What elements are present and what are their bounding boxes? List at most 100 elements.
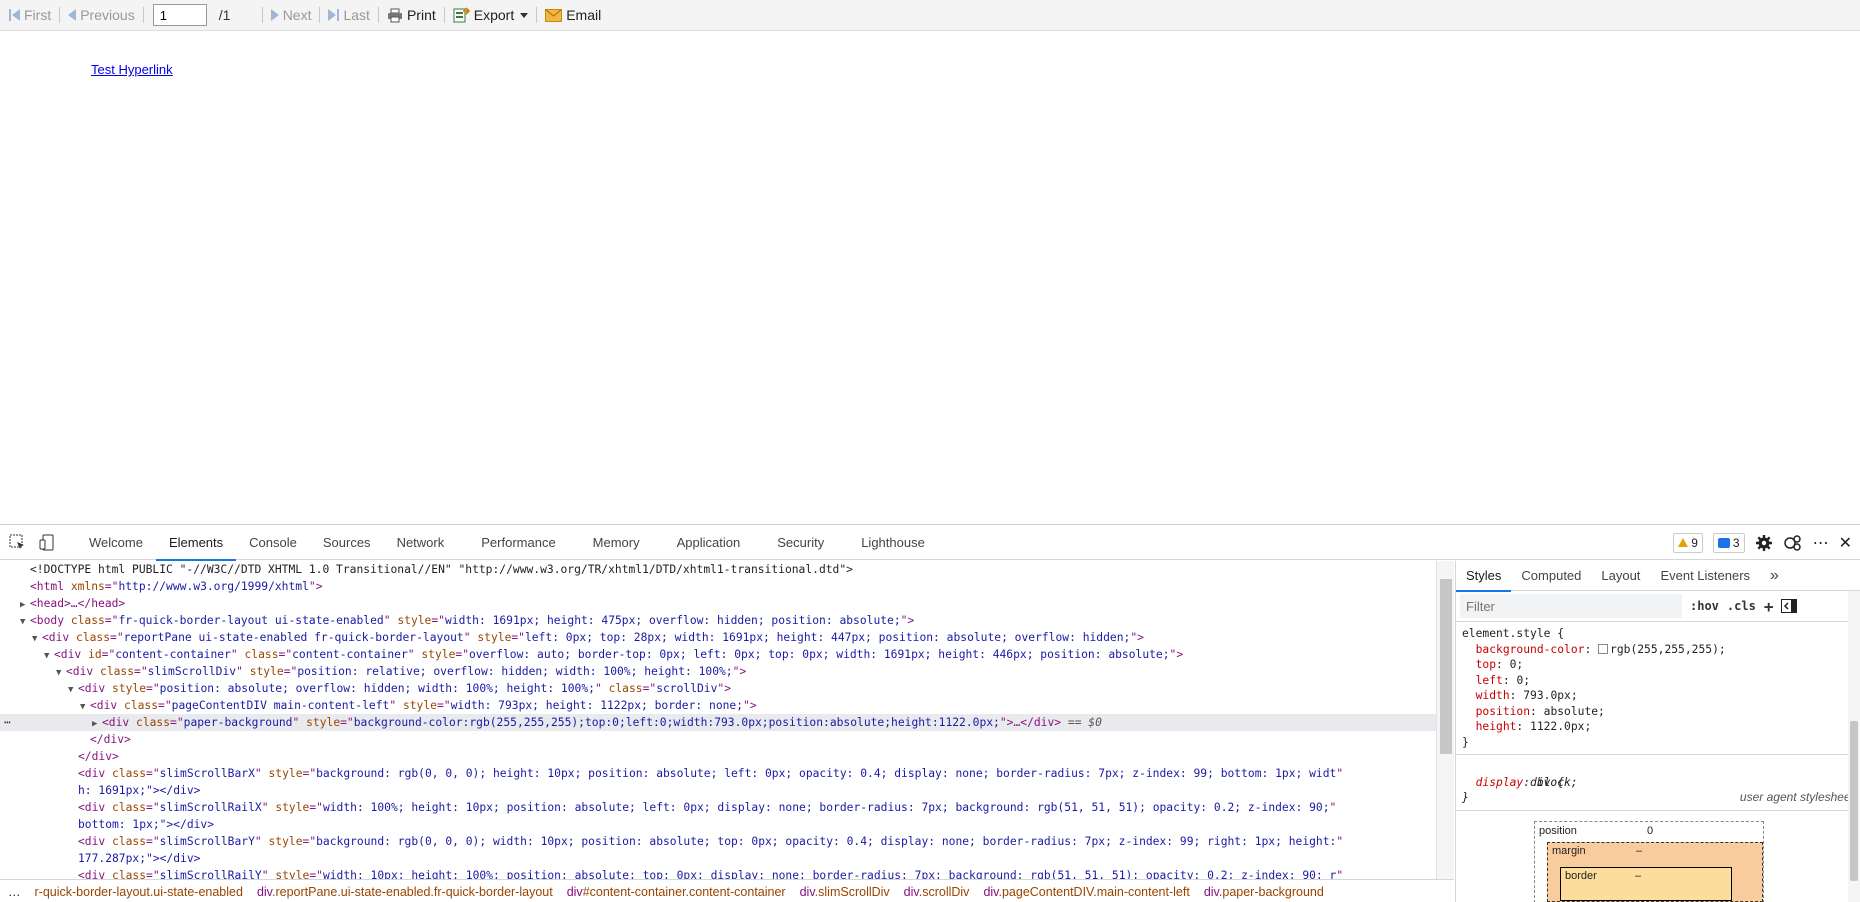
breadcrumb-item[interactable]: div.slimScrollDiv [800,885,890,899]
customize-icon[interactable] [1783,534,1803,552]
styles-pane: Styles Computed Layout Event Listeners »… [1455,561,1860,902]
attr-eq: =" [309,869,323,879]
elements-scrollbar[interactable] [1436,561,1454,879]
tab-event-listeners[interactable]: Event Listeners [1650,561,1760,591]
node-row[interactable]: <div class="slimScrollBarY" style="backg… [0,833,1436,850]
node-row[interactable]: <div class="slimScrollRailX" style="widt… [0,799,1436,816]
styles-scrollbar[interactable] [1848,591,1860,902]
inspect-element-button[interactable] [2,527,32,557]
elements-scrollbar-thumb[interactable] [1440,579,1452,754]
node-row[interactable]: ▼ <div class="pageContentDIV main-content… [0,697,1436,714]
attr-name: class [608,682,643,695]
breadcrumb-overflow[interactable]: … [8,885,21,899]
style-property[interactable]: background-color: rgb(255,255,255); [1462,642,1854,658]
print-button[interactable]: Print [382,3,441,27]
attr-quote: " [230,648,238,661]
tab-elements[interactable]: Elements [155,525,237,561]
attr-name: style [275,869,310,879]
tab-performance[interactable]: Performance [468,525,579,560]
page-number-input[interactable] [152,4,207,26]
attr-value: width: 1691px; height: 475px; overflow: … [444,614,901,627]
style-property[interactable]: position: absolute; [1462,704,1854,720]
devtools-actions: 9 3 ⋯ ✕ [1673,525,1852,560]
next-page-button[interactable]: Next [266,3,317,27]
node-row[interactable]: <div class="slimScrollBarX" style="backg… [0,765,1436,782]
tab-lighthouse[interactable]: Lighthouse [848,525,938,560]
node-row[interactable]: ▼ <body class="fr-quick-border-layout ui-… [0,612,1436,629]
box-border[interactable]: border – [1560,867,1732,901]
messages-badge[interactable]: 3 [1712,532,1745,553]
color-swatch-icon[interactable] [1598,643,1609,654]
test-hyperlink[interactable]: Test Hyperlink [91,62,173,77]
tab-security[interactable]: Security [764,525,848,560]
breadcrumb-item[interactable]: r-quick-border-layout.ui-state-enabled [35,885,243,899]
box-margin[interactable]: margin – border – [1547,842,1763,902]
class-toggle[interactable]: .cls [1727,599,1756,613]
toolbar-divider [142,7,144,23]
breadcrumb-item[interactable]: div.reportPane.ui-state-enabled.fr-quick… [257,885,553,899]
breadcrumb-item[interactable]: div#content-container.content-container [567,885,786,899]
tab-sources[interactable]: Sources [310,525,384,560]
node-row[interactable]: 177.287px;"></div> [0,850,1436,867]
node-row[interactable]: ▼ <div class="reportPane ui-state-enabled… [0,629,1436,646]
email-button[interactable]: Email [540,3,606,27]
hover-state-toggle[interactable]: :hov [1690,599,1719,613]
gear-icon[interactable] [1755,534,1773,552]
tab-layout[interactable]: Layout [1591,561,1650,591]
node-row[interactable]: <div class="slimScrollRailY" style="widt… [0,867,1436,879]
attr-value: position: relative; overflow: hidden; wi… [297,665,733,678]
node-row[interactable]: ▼ <div id="content-container" class="cont… [0,646,1436,663]
style-property[interactable]: width: 793.0px; [1462,688,1854,704]
tag-close: > [907,614,915,627]
style-property[interactable]: height: 1122.0px; [1462,719,1854,735]
tab-console[interactable]: Console [236,525,310,560]
attr-eq: =" [309,801,323,814]
node-row[interactable]: <html xmlns="http://www.w3.org/1999/xhtm… [0,578,1436,595]
node-row[interactable]: ▼ <div style="position: absolute; overflo… [0,680,1436,697]
new-rule-button[interactable]: + [1764,597,1774,616]
print-label: Print [406,7,436,23]
tab-memory[interactable]: Memory [580,525,664,560]
more-options-icon[interactable]: ⋯ [1813,533,1829,553]
close-icon[interactable]: ✕ [1839,533,1852,553]
tab-computed[interactable]: Computed [1511,561,1591,591]
breadcrumb-item[interactable]: div.paper-background [1204,885,1324,899]
breadcrumb-item[interactable]: div.pageContentDIV.main-content-left [983,885,1189,899]
tag-close: >…</div> [1006,716,1062,729]
node-row[interactable]: bottom: 1px;"></div> [0,816,1436,833]
device-toolbar-button[interactable] [32,527,62,557]
styles-filter-input[interactable] [1460,594,1682,618]
tab-welcome[interactable]: Welcome [76,525,156,560]
property-name: top [1475,658,1497,671]
node-row[interactable]: ▶ <head>…</head> [0,595,1436,612]
more-tabs-button[interactable]: » [1760,561,1789,591]
warnings-badge[interactable]: 9 [1673,532,1703,553]
tab-application[interactable]: Application [664,525,765,560]
attr-quote: " [1336,869,1344,879]
node-row[interactable]: </div> [0,748,1436,765]
node-row[interactable]: </div> [0,731,1436,748]
previous-page-button[interactable]: Previous [63,3,139,27]
styles-scrollbar-thumb[interactable] [1850,721,1858,881]
selected-node-row[interactable]: ⋯ ▶ <div class="paper-background" style="b… [0,714,1436,731]
node-row[interactable]: <!DOCTYPE html PUBLIC "-//W3C//DTD XHTML… [0,561,1436,578]
sidebar-toggle-icon[interactable] [1781,599,1798,613]
tab-network[interactable]: Network [384,525,469,560]
node-row[interactable]: ▼ <div class="slimScrollDiv" style="posit… [0,663,1436,680]
last-page-button[interactable]: Last [323,3,374,27]
attr-eq: =" [511,631,525,644]
tab-styles[interactable]: Styles [1456,561,1512,592]
export-dropdown-button[interactable]: Export [448,3,533,27]
first-page-button[interactable]: First [4,3,56,27]
attr-name: style [402,699,437,712]
breadcrumb-item[interactable]: div.scrollDiv [904,885,970,899]
node-row[interactable]: h: 1691px;"></div> [0,782,1436,799]
style-property[interactable]: top: 0; [1462,657,1854,673]
style-property[interactable]: left: 0; [1462,673,1854,689]
